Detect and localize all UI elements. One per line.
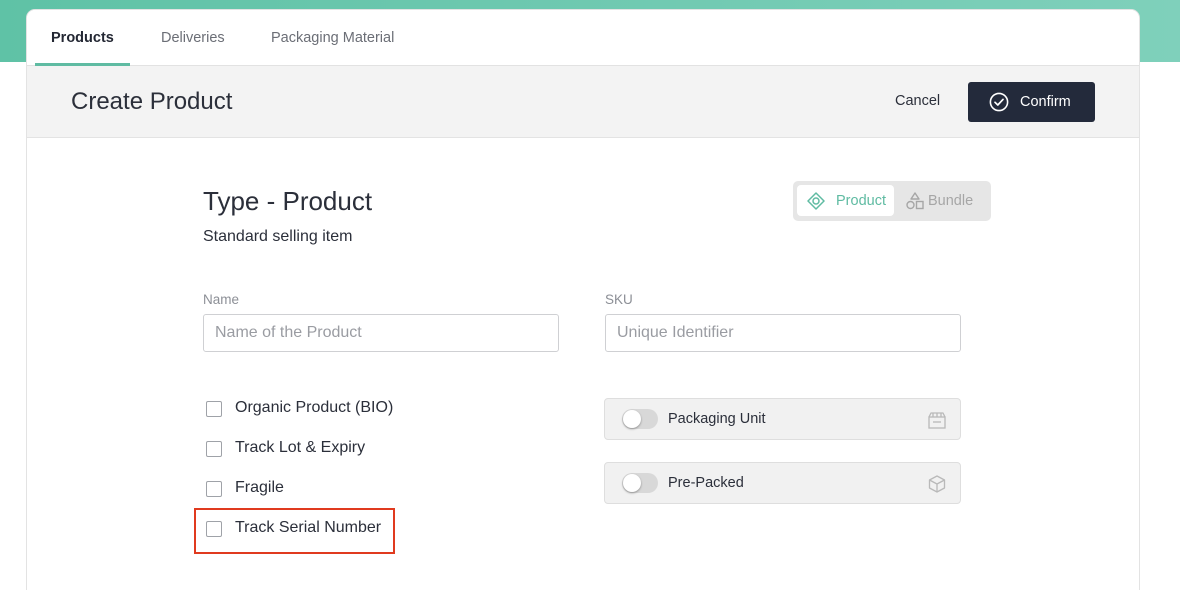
type-subtitle: Standard selling item — [203, 228, 353, 245]
confirm-button-label: Confirm — [1020, 94, 1071, 110]
confirm-button[interactable]: Confirm — [968, 82, 1095, 122]
checkbox-box[interactable] — [206, 521, 222, 537]
name-input[interactable] — [203, 314, 559, 352]
checkbox-label: Track Lot & Expiry — [235, 439, 366, 456]
packaging-unit-toggle-card: Packaging Unit — [604, 398, 961, 440]
type-option-bundle[interactable]: Bundle — [896, 185, 988, 216]
checkbox-label: Fragile — [235, 479, 284, 496]
tab-bar: Products Deliveries Packaging Material — [27, 10, 1139, 66]
type-option-product[interactable]: Product — [797, 185, 894, 216]
type-title: Type - Product — [203, 186, 373, 216]
sku-label: SKU — [605, 292, 633, 307]
check-circle-icon — [989, 92, 1009, 112]
packaging-unit-switch[interactable] — [622, 409, 658, 429]
tab-packaging-material[interactable]: Packaging Material — [271, 10, 394, 65]
package-box-icon — [928, 412, 946, 429]
pre-packed-switch[interactable] — [622, 473, 658, 493]
pre-packed-toggle-card: Pre-Packed — [604, 462, 961, 504]
name-label: Name — [203, 292, 240, 307]
packaging-unit-label: Packaging Unit — [668, 411, 766, 427]
type-option-product-label: Product — [836, 193, 886, 209]
type-option-bundle-label: Bundle — [928, 193, 974, 209]
product-form-card: Products Deliveries Packaging Material C… — [27, 10, 1139, 590]
cube-icon — [928, 475, 946, 493]
switch-knob — [623, 410, 641, 428]
shapes-icon — [906, 192, 924, 210]
tab-deliveries[interactable]: Deliveries — [161, 10, 225, 65]
diamond-target-icon — [807, 192, 825, 210]
page-title: Create Product — [71, 88, 233, 115]
tab-products[interactable]: Products — [35, 10, 130, 66]
switch-knob — [623, 474, 641, 492]
checkbox-label: Track Serial Number — [235, 519, 382, 536]
page-header: Create Product Cancel Confirm — [27, 66, 1139, 138]
sku-input[interactable] — [605, 314, 961, 352]
type-toggle: Product Bundle — [793, 181, 991, 221]
checkbox-label: Organic Product (BIO) — [235, 399, 394, 416]
cancel-button[interactable]: Cancel — [895, 93, 940, 109]
pre-packed-label: Pre-Packed — [668, 475, 744, 491]
checkbox-box[interactable] — [206, 441, 222, 457]
checkbox-box[interactable] — [206, 481, 222, 497]
checkbox-box[interactable] — [206, 401, 222, 417]
